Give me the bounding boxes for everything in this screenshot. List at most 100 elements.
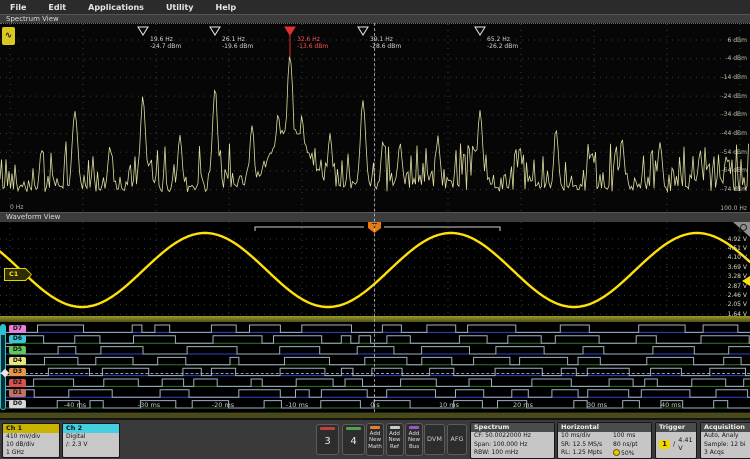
digital-group-handle[interactable] bbox=[0, 324, 6, 410]
add-button-label: AddNewMath bbox=[367, 429, 383, 451]
menu-item-file[interactable]: File bbox=[10, 3, 26, 12]
add-button-label: AddNewBus bbox=[406, 429, 422, 451]
waveform-y-label: 2.05 V bbox=[728, 301, 747, 308]
spectrum-trace bbox=[0, 24, 750, 213]
waveform-y-label: 4.92 V bbox=[728, 236, 747, 243]
add-new-math-button[interactable]: AddNewMath bbox=[366, 423, 384, 456]
horizontal-settings-title: Horizontal bbox=[558, 423, 651, 432]
marker-frequency: 26.1 Hz bbox=[222, 36, 253, 43]
acquisition-settings-panel[interactable]: Acquisition Auto, AnalySample: 12 bi3 Ac… bbox=[700, 422, 750, 459]
settings-bar: Ch 1 410 mV/div10 dB/div1 GHz Ch 2 Digit… bbox=[0, 418, 750, 459]
digital-channel-badge-d5[interactable]: D5 bbox=[9, 346, 26, 354]
digital-channel-badge-d3[interactable]: D3 bbox=[9, 368, 26, 376]
acquisition-settings-title: Acquisition bbox=[701, 423, 750, 432]
digital-channel-badge-d0[interactable]: D0 bbox=[9, 400, 26, 408]
horizontal-settings-panel[interactable]: Horizontal 10 ms/div100 msSR: 12.5 MS/s8… bbox=[557, 422, 652, 459]
spectrum-settings-title: Spectrum bbox=[471, 423, 554, 432]
marker-amplitude: -28.6 dBm bbox=[370, 43, 401, 50]
acquisition-settings-info: Auto, AnalySample: 12 bi3 Acqs bbox=[701, 432, 750, 458]
spectrum-x-end-label: 100.0 Hz bbox=[720, 205, 747, 212]
spectrum-marker-4[interactable]: 39.1 Hz-28.6 dBm bbox=[370, 36, 401, 50]
digital-channel-badge-d6[interactable]: D6 bbox=[9, 335, 26, 343]
spectrum-panel-line: RBW: 100 mHz bbox=[471, 449, 554, 458]
spectrum-x-start-label: 0 Hz bbox=[10, 204, 23, 211]
acquisition-panel-line: 3 Acqs bbox=[701, 449, 750, 458]
waveform-y-label: 4.51 V bbox=[728, 245, 747, 252]
menu-item-utility[interactable]: Utility bbox=[166, 3, 194, 12]
spectrum-settings-info: CF: 50.0022000 HzSpan: 100.000 HzRBW: 10… bbox=[471, 432, 554, 458]
ch2-info-line: ∕: 2.3 V bbox=[63, 441, 119, 449]
spectrum-plot[interactable]: 6 dBm-4 dBm-14 dBm-24 dBm-34 dBm-44 dBm-… bbox=[0, 23, 750, 213]
marker-frequency: 19.6 Hz bbox=[150, 36, 181, 43]
menu-item-applications[interactable]: Applications bbox=[88, 3, 144, 12]
menu-item-help[interactable]: Help bbox=[216, 3, 237, 12]
trigger-level-value: 4.41 V bbox=[678, 436, 696, 452]
expansion-point-icon bbox=[613, 449, 620, 456]
spectrum-marker-3[interactable]: 32.6 Hz-13.6 dBm bbox=[297, 36, 328, 50]
time-axis-label: 10 ms bbox=[435, 401, 463, 409]
waveform-y-label: 4.10 V bbox=[728, 254, 747, 261]
spectrum-panel-line: CF: 50.0022000 Hz bbox=[471, 432, 554, 441]
digital-channel-badge-d2[interactable]: D2 bbox=[9, 379, 26, 387]
digital-channel-badge-d7[interactable]: D7 bbox=[9, 325, 26, 333]
horizontal-value-left: RL: 1.25 Mpts bbox=[561, 449, 613, 459]
time-axis-label: -40 ms bbox=[61, 401, 89, 409]
spectrum-marker-2[interactable]: 26.1 Hz-19.6 dBm bbox=[222, 36, 253, 50]
channel-button-label: 4 bbox=[343, 430, 364, 454]
trigger-settings-panel[interactable]: Trigger 1 ∕ 4.41 V bbox=[655, 422, 697, 459]
marker-amplitude: -24.7 dBm bbox=[150, 43, 181, 50]
time-axis-label: 30 ms bbox=[583, 401, 611, 409]
acquisition-panel-line: Auto, Analy bbox=[701, 432, 750, 441]
trigger-settings-info: 1 ∕ 4.41 V bbox=[656, 432, 696, 452]
trigger-source-badge: 1 bbox=[659, 440, 670, 449]
digital-channel-badge-d1[interactable]: D1 bbox=[9, 389, 26, 397]
ch2-badge[interactable]: Ch 2 Digital∕: 2.3 V bbox=[62, 423, 120, 458]
ch1-info-line: 10 dB/div bbox=[3, 441, 59, 449]
horizontal-panel-row: 10 ms/div100 ms bbox=[558, 432, 651, 441]
waveform-y-label: 3.69 V bbox=[728, 264, 747, 271]
menu-item-edit[interactable]: Edit bbox=[48, 3, 66, 12]
acquisition-panel-line: Sample: 12 bi bbox=[701, 441, 750, 450]
spectrum-settings-panel[interactable]: Spectrum CF: 50.0022000 HzSpan: 100.000 … bbox=[470, 422, 555, 459]
spectrum-view-title: Spectrum View bbox=[0, 14, 750, 23]
horizontal-panel-row: SR: 12.5 MS/s80 ns/pt bbox=[558, 441, 651, 450]
spectrum-marker-5[interactable]: 65.2 Hz-26.2 dBm bbox=[487, 36, 518, 50]
time-axis-label: -10 ms bbox=[283, 401, 311, 409]
spectrum-source-badge[interactable]: ∿ bbox=[2, 27, 15, 45]
add-new-bus-button[interactable]: AddNewBus bbox=[405, 423, 423, 456]
ch1-info-line: 410 mV/div bbox=[3, 433, 59, 441]
marker-frequency: 39.1 Hz bbox=[370, 36, 401, 43]
horizontal-value-left: 10 ms/div bbox=[561, 432, 613, 441]
marker-amplitude: -26.2 dBm bbox=[487, 43, 518, 50]
ch2-info-line: Digital bbox=[63, 433, 119, 441]
waveform-view-title: Waveform View bbox=[0, 212, 750, 222]
ch2-badge-info: Digital∕: 2.3 V bbox=[63, 433, 119, 449]
channel-3-button[interactable]: 3 bbox=[316, 424, 339, 455]
ch1-info-line: 1 GHz bbox=[3, 449, 59, 457]
marker-amplitude: -19.6 dBm bbox=[222, 43, 253, 50]
trigger-edge-icon: ∕ bbox=[673, 440, 675, 448]
ch1-badge-info: 410 mV/div10 dB/div1 GHz bbox=[3, 433, 59, 458]
digital-channel-badge-d4[interactable]: D4 bbox=[9, 357, 26, 365]
ch1-badge[interactable]: Ch 1 410 mV/div10 dB/div1 GHz bbox=[2, 423, 60, 458]
channel-4-button[interactable]: 4 bbox=[342, 424, 365, 455]
channel-button-label: 3 bbox=[317, 430, 338, 454]
time-axis-label: 40 ms bbox=[657, 401, 685, 409]
add-new-ref-button[interactable]: AddNewRef bbox=[386, 423, 404, 456]
time-axis-label: 0 s bbox=[361, 401, 389, 409]
ch2-badge-title: Ch 2 bbox=[63, 424, 119, 433]
digital-threshold-line[interactable] bbox=[0, 373, 750, 374]
dvm-button[interactable]: DVM bbox=[424, 424, 445, 455]
marker-amplitude: -13.6 dBm bbox=[297, 43, 328, 50]
horizontal-value-right: 80 ns/pt bbox=[613, 441, 638, 450]
spectrum-panel-line: Span: 100.000 Hz bbox=[471, 441, 554, 450]
digital-channels-area[interactable]: D7D6D5D4D3D2D1D0-40 ms-30 ms-20 ms-10 ms… bbox=[0, 322, 750, 412]
trigger-level-arrow[interactable] bbox=[742, 276, 750, 286]
horizontal-panel-row: RL: 1.25 Mpts50% bbox=[558, 449, 651, 459]
horizontal-settings-info: 10 ms/div100 msSR: 12.5 MS/s80 ns/ptRL: … bbox=[558, 432, 651, 459]
oscilloscope-app: File Edit Applications Utility Help Spectrum… bbox=[0, 0, 750, 459]
spectrum-marker-1[interactable]: 19.6 Hz-24.7 dBm bbox=[150, 36, 181, 50]
add-button-label: AddNewRef bbox=[387, 429, 403, 451]
afg-button[interactable]: AFG bbox=[447, 424, 467, 455]
waveform-plot[interactable]: 4.92 V4.51 V4.10 V3.69 V3.28 V2.87 V2.46… bbox=[0, 222, 750, 316]
